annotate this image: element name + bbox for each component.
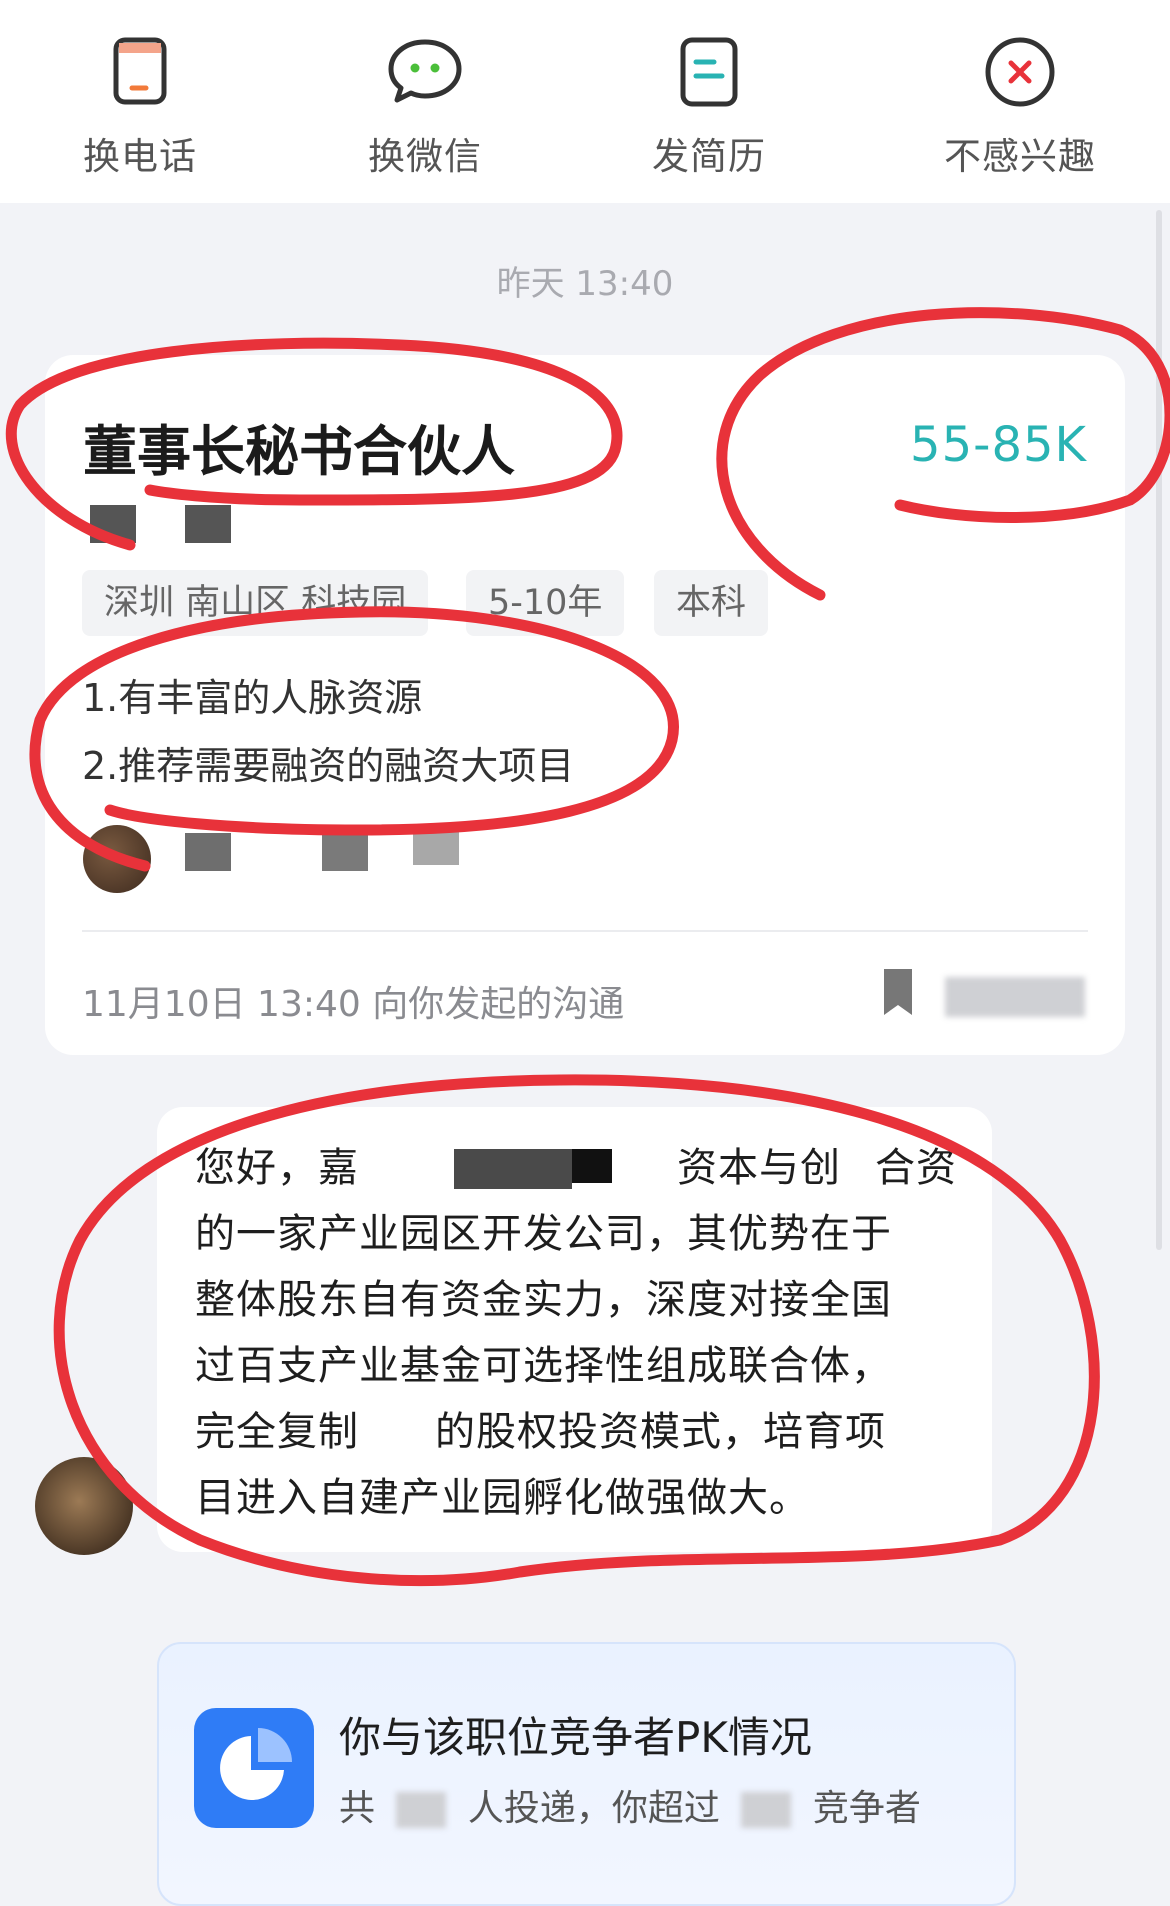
redacted-message-block: [454, 1149, 572, 1189]
card-divider: [82, 930, 1088, 932]
job-salary: 55-85K: [910, 417, 1087, 473]
tag-experience: 5-10年: [466, 570, 625, 636]
redacted-company-footer: [945, 977, 1085, 1017]
redacted-message-block: [572, 1149, 612, 1183]
redacted-recruiter-block: [413, 825, 459, 865]
message-line: 的一家产业园区开发公司，其优势在于: [195, 1211, 892, 1257]
recruiter-avatar: [83, 825, 151, 893]
sender-avatar[interactable]: [35, 1457, 133, 1555]
message-line: 您好，嘉: [195, 1145, 359, 1191]
job-description-line: 2.推荐需要融资的融资大项目: [82, 744, 575, 788]
not-interested-button[interactable]: 不感兴趣: [900, 30, 1140, 180]
redacted-company-block: [90, 505, 136, 543]
swap-phone-label: 换电话: [83, 135, 197, 178]
message-bubble: 您好，嘉 资本与创 合资 的一家产业园区开发公司，其优势在于 整体股东自有资金实…: [157, 1107, 992, 1552]
message-line: 过百支产业基金可选择性组成联合体，: [195, 1343, 892, 1389]
tag-education: 本科: [654, 570, 769, 636]
message-line-fragment: 合资: [875, 1145, 957, 1191]
job-title: 董事长秘书合伙人: [83, 420, 515, 483]
competitor-pk-card[interactable]: 你与该职位竞争者PK情况 共 人投递，你超过 竞争者: [157, 1642, 1016, 1906]
swap-phone-button[interactable]: 换电话: [30, 30, 250, 180]
chat-timestamp: 昨天 13:40: [496, 264, 674, 304]
pk-title: 你与该职位竞争者PK情况: [339, 1713, 812, 1762]
message-line-fragment: 资本与创: [677, 1145, 841, 1191]
swap-wechat-button[interactable]: 换微信: [315, 30, 535, 180]
job-card[interactable]: 董事长秘书合伙人 55-85K 深圳 南山区 科技园 5-10年 本科 1.有丰…: [45, 355, 1125, 1055]
redacted-recruiter-block: [322, 833, 368, 871]
pie-chart-icon: [194, 1708, 314, 1828]
job-description-line: 1.有丰富的人脉资源: [82, 676, 423, 720]
message-line: 整体股东自有资金实力，深度对接全国: [195, 1277, 892, 1323]
message-line: 完全复制: [195, 1409, 359, 1455]
action-bar: 换电话 换微信 发简历 不感兴趣: [0, 0, 1170, 203]
pk-summary: 共 人投递，你超过 竞争者: [339, 1788, 921, 1829]
wechat-icon: [388, 39, 462, 103]
redacted-count: [396, 1792, 447, 1828]
redacted-recruiter-block: [185, 833, 231, 871]
phone-icon: [113, 37, 167, 105]
close-circle-icon: [985, 37, 1055, 107]
tag-location: 深圳 南山区 科技园: [82, 570, 429, 636]
swap-wechat-label: 换微信: [368, 135, 482, 178]
bookmark-icon[interactable]: [878, 965, 918, 1020]
contact-initiated-note: 11月10日 13:40 向你发起的沟通: [82, 984, 625, 1025]
resume-icon: [680, 37, 738, 107]
message-line-fragment: 的股权投资模式，培育项: [435, 1409, 886, 1455]
message-line: 目进入自建产业园孵化做强做大。: [195, 1475, 810, 1521]
redacted-company-block: [185, 505, 231, 543]
send-resume-label: 发简历: [652, 135, 766, 178]
redacted-count: [741, 1792, 792, 1828]
not-interested-label: 不感兴趣: [944, 135, 1096, 178]
send-resume-button[interactable]: 发简历: [599, 30, 819, 180]
scrollbar[interactable]: [1156, 210, 1162, 1250]
